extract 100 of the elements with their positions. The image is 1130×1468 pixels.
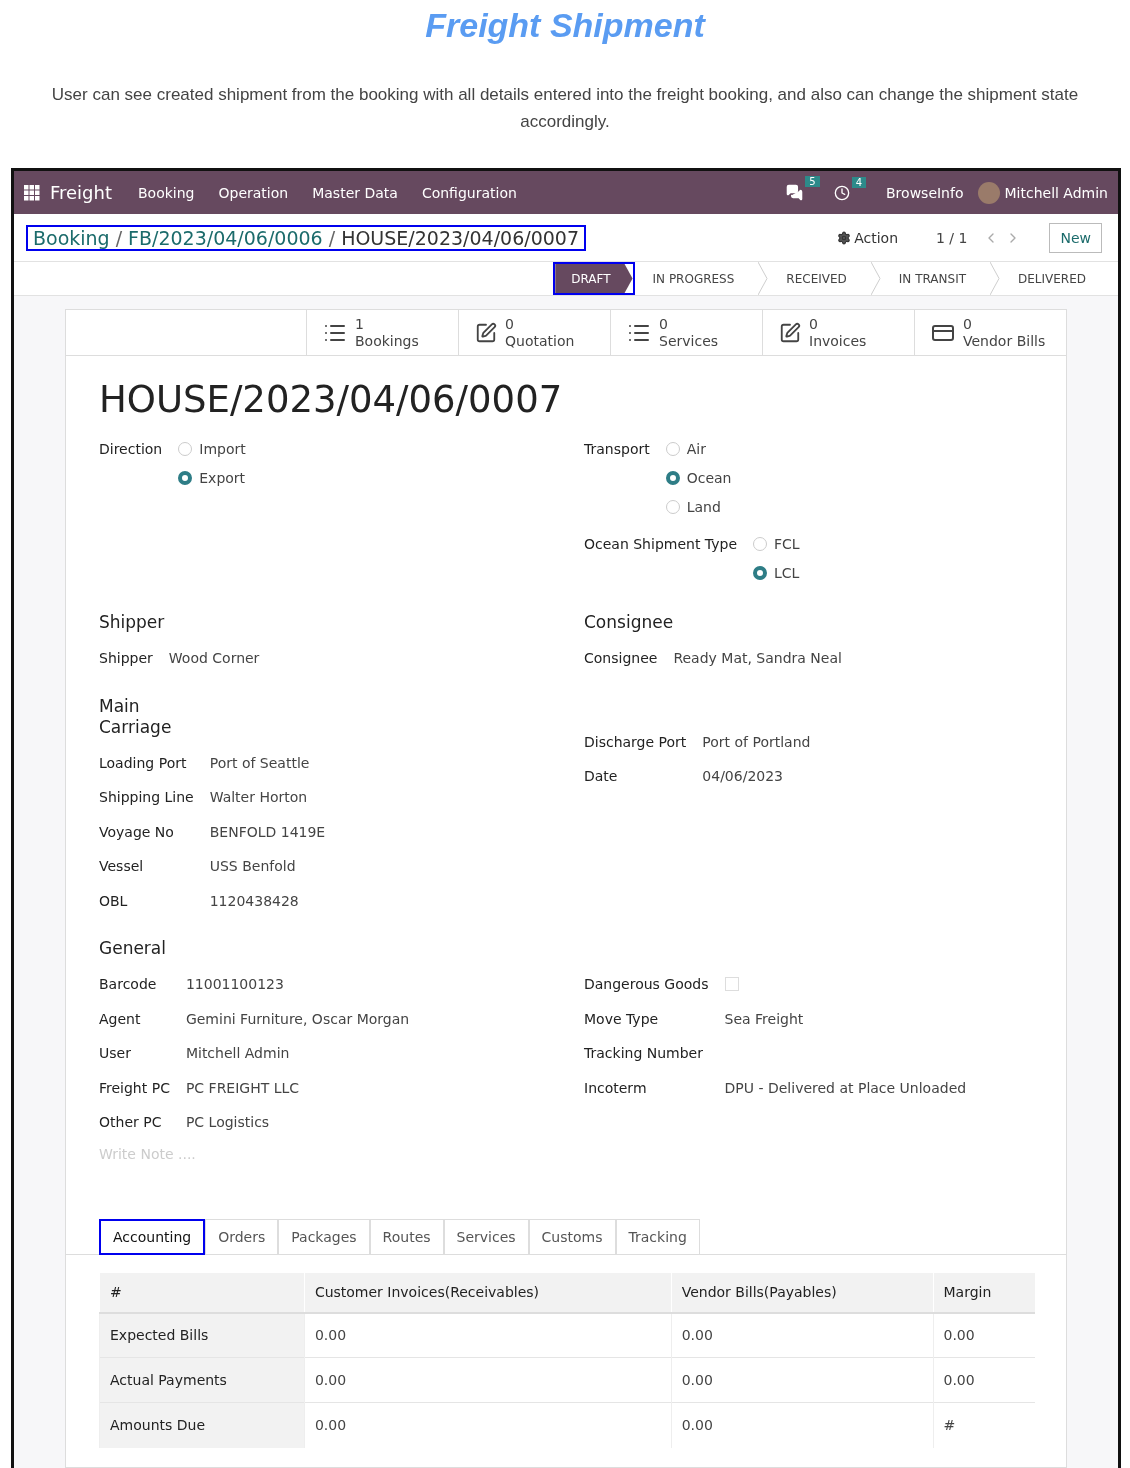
- field-value: Walter Horton: [209, 788, 309, 807]
- column-header: Customer Invoices(Receivables): [304, 1272, 672, 1313]
- field-value: Sea Freight: [724, 1009, 805, 1029]
- gear-icon: [837, 230, 852, 245]
- checkbox[interactable]: [724, 977, 739, 991]
- field-label: Freight PC: [99, 1078, 170, 1098]
- radio-button[interactable]: [753, 566, 767, 580]
- field-value: PC Logistics: [185, 1113, 271, 1132]
- field-value: USS Benfold: [209, 857, 297, 876]
- field-value: Ready Mat, Sandra Neal: [673, 649, 843, 668]
- user-name[interactable]: Mitchell Admin: [1004, 184, 1108, 201]
- field-value: Port of Seattle: [209, 753, 311, 773]
- field-label: Tracking Number: [584, 1044, 704, 1063]
- avatar[interactable]: [977, 181, 1000, 204]
- breadcrumb-separator: /: [328, 226, 336, 249]
- table-cell: 0.00: [304, 1402, 672, 1448]
- field-label: Consignee: [584, 649, 658, 668]
- table-cell: 0.00: [933, 1357, 1035, 1403]
- breadcrumb-link[interactable]: FB/2023/04/06/0006: [128, 226, 323, 249]
- new-button[interactable]: New: [1049, 222, 1102, 253]
- table-cell: #: [933, 1402, 1035, 1448]
- section-heading: General: [99, 938, 167, 959]
- field-label: Dangerous Goods: [584, 975, 709, 994]
- field-value: BENFOLD 1419E: [209, 822, 327, 842]
- field-value: Wood Corner: [168, 649, 261, 668]
- menu-item[interactable]: Booking: [126, 184, 207, 201]
- radio-label: FCL: [774, 536, 800, 552]
- page-title: Freight Shipment: [425, 6, 705, 45]
- field-value: 11001100123: [185, 975, 285, 994]
- table-cell: 0.00: [304, 1357, 672, 1403]
- action-button[interactable]: Action: [831, 228, 904, 247]
- breadcrumb-link[interactable]: Booking: [33, 226, 110, 249]
- radio-label: Air: [686, 441, 706, 457]
- radio-label: Land: [686, 499, 721, 515]
- notebook-tab[interactable]: Orders: [205, 1218, 279, 1255]
- section-heading: Main Carriage: [99, 695, 173, 738]
- field-label: Discharge Port: [584, 732, 687, 752]
- field-label: Direction: [99, 441, 163, 459]
- status-step[interactable]: DRAFT: [555, 264, 633, 293]
- field-label: Shipper: [99, 649, 153, 668]
- chevron-divider: [870, 262, 881, 295]
- column-header: #: [99, 1272, 305, 1313]
- notebook-tab[interactable]: Packages: [278, 1218, 370, 1255]
- field-value: Mitchell Admin: [185, 1044, 291, 1063]
- section-heading: Shipper: [99, 612, 166, 633]
- notebook-tab[interactable]: Routes: [369, 1218, 444, 1255]
- notebook-tab[interactable]: Services: [443, 1218, 529, 1255]
- field-value: 04/06/2023: [702, 767, 785, 786]
- table-cell: 0.00: [671, 1402, 933, 1448]
- field-value: Gemini Furniture, Oscar Morgan: [185, 1009, 411, 1029]
- radio-button[interactable]: [178, 471, 193, 485]
- activity-count-badge: 4: [851, 176, 866, 188]
- field-label: Barcode: [99, 975, 158, 994]
- breadcrumb-separator: /: [115, 226, 123, 249]
- table-cell: 0.00: [304, 1312, 672, 1358]
- field-label: Incoterm: [584, 1078, 648, 1098]
- radio-button[interactable]: [665, 471, 680, 485]
- radio-label: Export: [199, 470, 246, 486]
- menu-item[interactable]: Configuration: [409, 184, 529, 201]
- radio-label: Ocean: [686, 470, 732, 486]
- chevron-divider: [990, 262, 1000, 295]
- pager: 1 / 1: [936, 229, 968, 246]
- field-value: PC FREIGHT LLC: [185, 1078, 301, 1098]
- company-name[interactable]: BrowseInfo: [886, 184, 964, 201]
- message-count-badge: 5: [805, 176, 820, 187]
- row-header: Amounts Due: [99, 1402, 305, 1448]
- field-label: User: [99, 1044, 132, 1063]
- table-cell: 0.00: [933, 1312, 1035, 1358]
- chat-icon[interactable]: [786, 184, 804, 201]
- field-label: Move Type: [584, 1009, 660, 1029]
- clock-icon[interactable]: [833, 184, 850, 201]
- field-label: Loading Port: [99, 753, 188, 773]
- row-header: Expected Bills: [99, 1312, 305, 1358]
- apps-grid-icon[interactable]: [24, 184, 40, 201]
- field-label: OBL: [99, 891, 129, 911]
- field-label: Vessel: [99, 857, 145, 876]
- chevron-divider: [758, 262, 769, 295]
- field-value: Port of Portland: [702, 732, 812, 752]
- field-label: Date: [584, 767, 619, 786]
- radio-label: Import: [199, 441, 246, 457]
- field-label: Voyage No: [99, 822, 175, 842]
- column-header: Margin: [933, 1272, 1035, 1313]
- menu-item[interactable]: Operation: [206, 184, 301, 201]
- notebook-tab[interactable]: Accounting: [99, 1218, 206, 1255]
- menu-item[interactable]: Master Data: [300, 184, 410, 201]
- breadcrumb-current: HOUSE/2023/04/06/0007: [341, 226, 579, 249]
- edit-icon: [475, 321, 497, 344]
- edit-icon: [779, 321, 801, 344]
- app-name[interactable]: Freight: [50, 182, 112, 203]
- column-header: Vendor Bills(Payables): [671, 1272, 933, 1313]
- field-label: Agent: [99, 1009, 142, 1029]
- notebook-tab[interactable]: Tracking: [615, 1218, 700, 1255]
- page-description: User can see created shipment from the booking with all details entered into the freight booking, and also can change the shipment state accordingly.: [50, 84, 1080, 133]
- row-header: Actual Payments: [99, 1357, 305, 1403]
- notebook-tab[interactable]: Customs: [528, 1218, 616, 1255]
- field-label: Ocean Shipment Type: [584, 536, 737, 554]
- table-cell: 0.00: [671, 1312, 933, 1358]
- field-label: Other PC: [99, 1113, 163, 1132]
- field-label: Transport: [584, 441, 650, 459]
- field-value: DPU - Delivered at Place Unloaded: [724, 1078, 968, 1098]
